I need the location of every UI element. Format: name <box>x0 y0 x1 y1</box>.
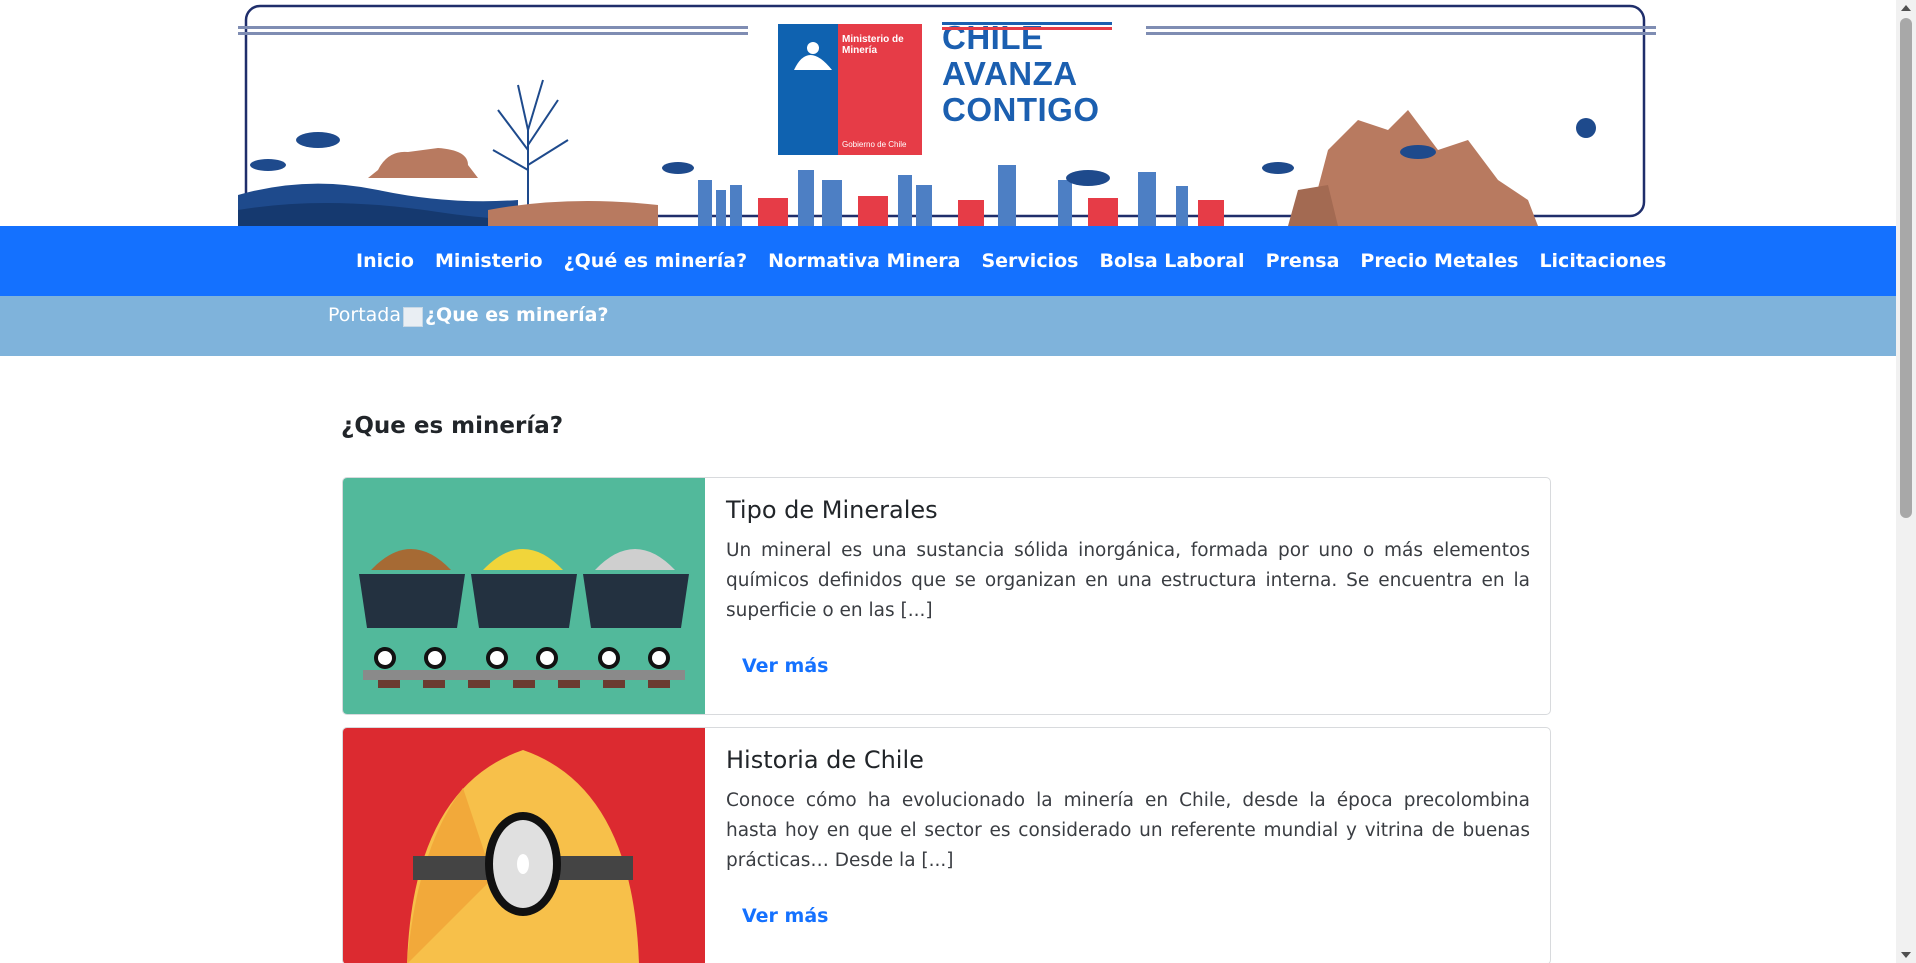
breadcrumb-current: ¿Que es minería? <box>425 304 609 326</box>
card-title[interactable]: Tipo de Minerales <box>726 496 938 524</box>
nav-item-bolsa-laboral[interactable]: Bolsa Laboral <box>1099 250 1244 272</box>
card-title[interactable]: Historia de Chile <box>726 746 924 774</box>
card-excerpt: Conoce cómo ha evolucionado la minería e… <box>726 790 1530 871</box>
page-title: ¿Que es minería? <box>341 413 564 439</box>
scroll-up-icon[interactable] <box>1901 5 1911 11</box>
read-more-link[interactable]: Ver más <box>742 905 828 927</box>
nav-item-que-es-mineria[interactable]: ¿Qué es minería? <box>564 250 747 272</box>
logo-red-block: Ministerio de Minería Gobierno de Chile <box>838 24 922 155</box>
minerals-thumbnail[interactable] <box>343 478 705 714</box>
read-more-link[interactable]: Ver más <box>742 655 828 677</box>
header-banner: Ministerio de Minería Gobierno de Chile … <box>238 0 1656 226</box>
breadcrumb-separator-icon <box>403 307 424 327</box>
page: Ministerio de Minería Gobierno de Chile … <box>0 0 1896 963</box>
scrollbar-thumb[interactable] <box>1900 18 1912 518</box>
page-scrollbar[interactable] <box>1896 0 1916 963</box>
helmet-thumbnail[interactable] <box>343 728 705 963</box>
slogan: CHILE AVANZA CONTIGO <box>942 20 1112 128</box>
nav-item-servicios[interactable]: Servicios <box>981 250 1078 272</box>
scroll-down-icon[interactable] <box>1901 952 1911 958</box>
card-excerpt: Un mineral es una sustancia sólida inorg… <box>726 540 1530 621</box>
coat-of-arms-icon <box>794 42 832 70</box>
logo-blue-block <box>778 24 838 155</box>
slogan-line: CONTIGO <box>942 91 1100 128</box>
ministry-logo[interactable]: Ministerio de Minería Gobierno de Chile <box>778 24 922 155</box>
breadcrumb: Portada ¿Que es minería? <box>0 296 1896 356</box>
ministry-label: Ministerio de Minería <box>842 34 904 56</box>
breadcrumb-home-link[interactable]: Portada <box>328 304 401 326</box>
gov-label: Gobierno de Chile <box>842 140 907 149</box>
slogan-line: AVANZA <box>942 55 1078 92</box>
nav-item-inicio[interactable]: Inicio <box>356 250 414 272</box>
nav-item-licitaciones[interactable]: Licitaciones <box>1539 250 1666 272</box>
nav-item-normativa-minera[interactable]: Normativa Minera <box>768 250 960 272</box>
slogan-underline <box>942 22 1112 30</box>
nav-item-prensa[interactable]: Prensa <box>1266 250 1340 272</box>
article-card: Tipo de Minerales Un mineral es una sust… <box>342 477 1551 715</box>
article-card: Historia de Chile Conoce cómo ha evoluci… <box>342 727 1551 963</box>
nav-item-ministerio[interactable]: Ministerio <box>435 250 543 272</box>
nav-item-precio-metales[interactable]: Precio Metales <box>1360 250 1518 272</box>
main-nav: Inicio Ministerio ¿Qué es minería? Norma… <box>0 226 1896 296</box>
